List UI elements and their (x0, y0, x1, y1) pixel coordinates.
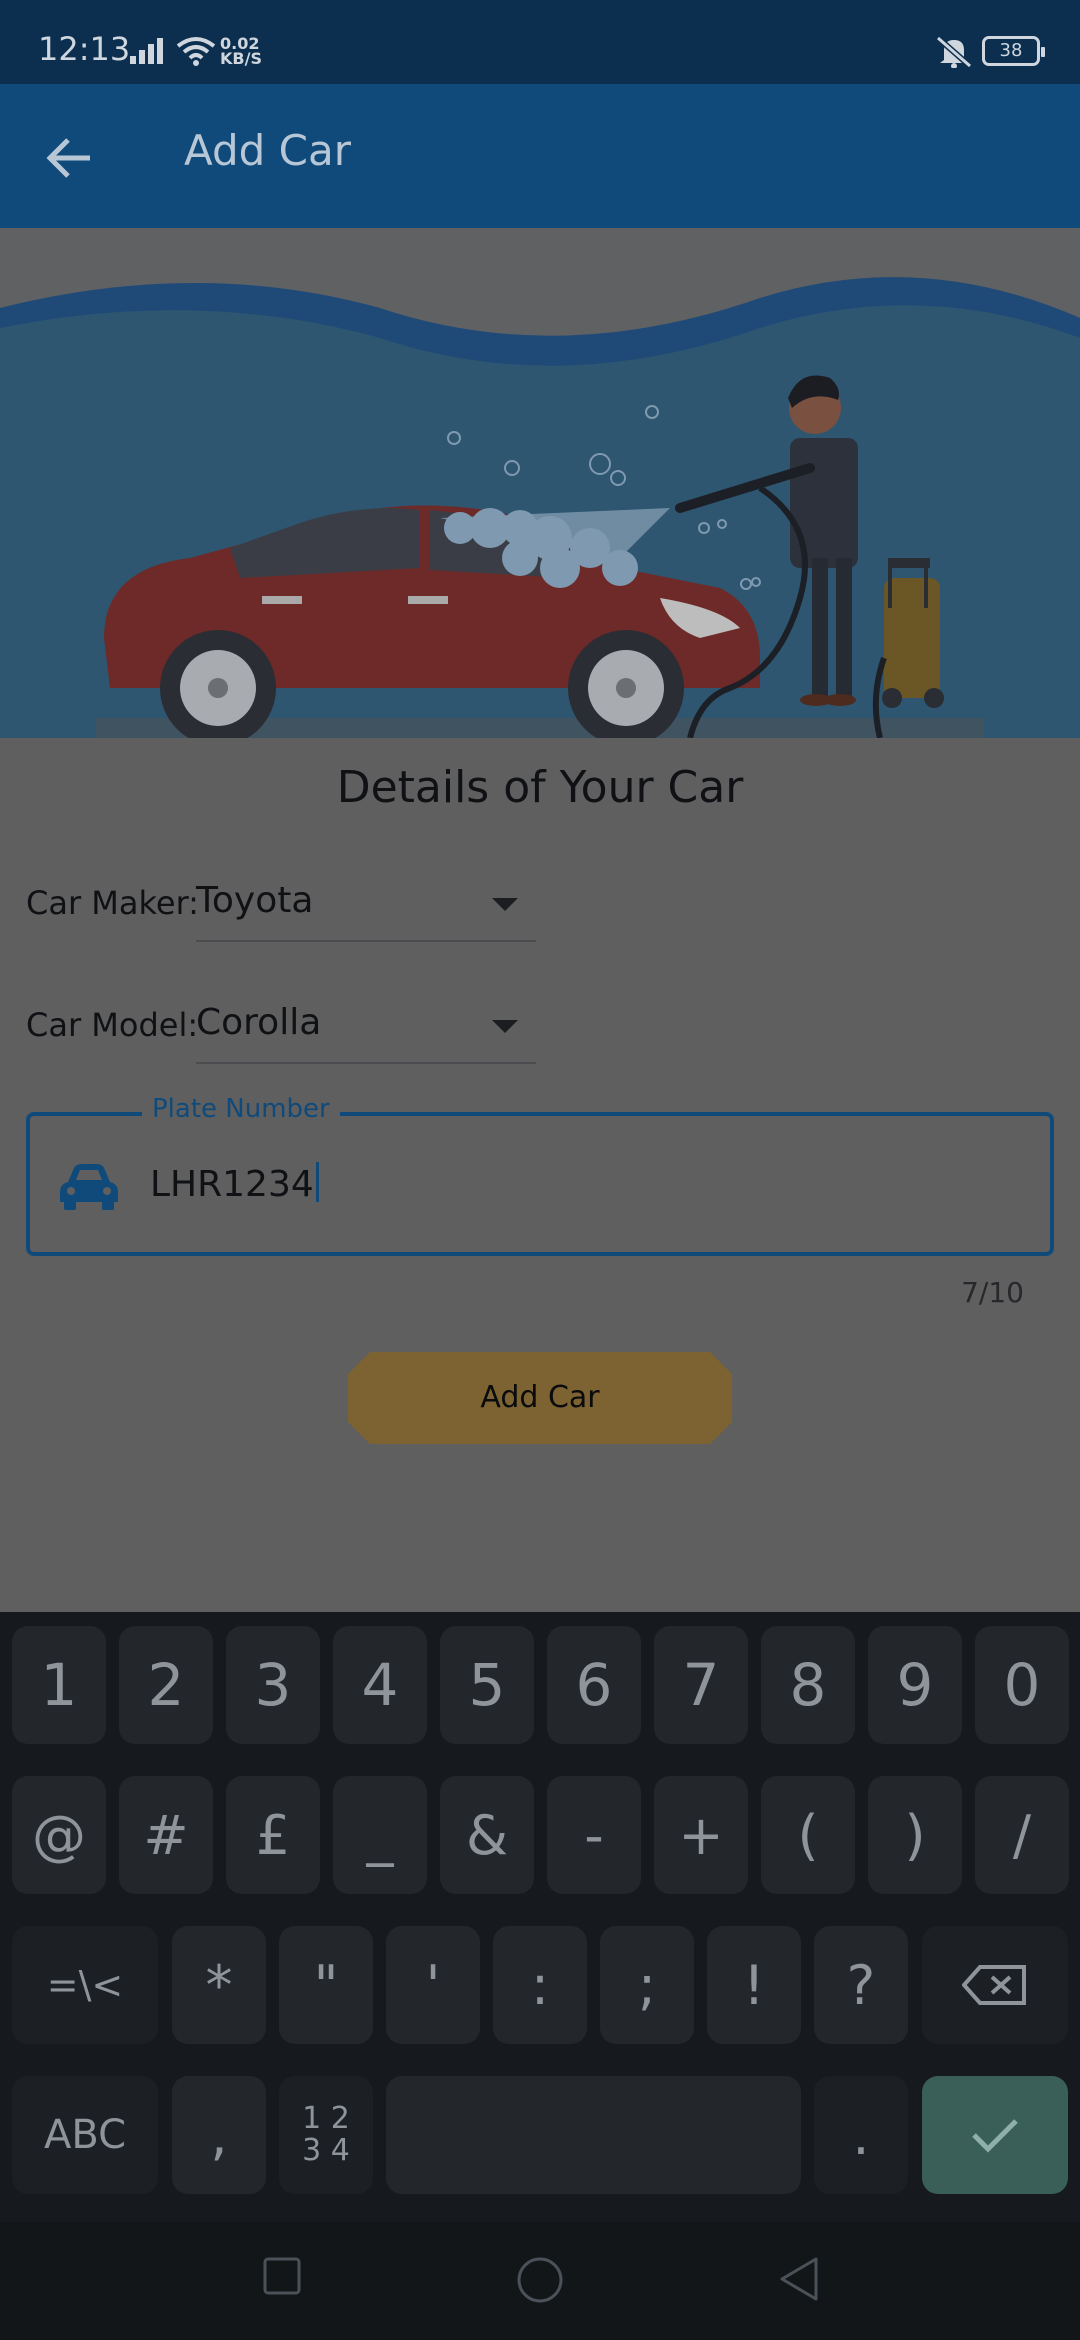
key[interactable]: : (493, 1926, 587, 2044)
page-title: Add Car (184, 126, 351, 175)
plate-number-input[interactable]: LHR1234 (150, 1162, 319, 1205)
hero-illustration (0, 228, 1080, 738)
plate-number-field[interactable]: Plate Number LHR1234 (26, 1094, 1054, 1256)
car-model-value: Corolla (196, 1002, 322, 1043)
key[interactable]: # (119, 1776, 213, 1894)
key[interactable]: 6 (547, 1626, 641, 1744)
signal-icon (130, 38, 163, 64)
status-time: 12:13 (38, 30, 131, 68)
key[interactable]: ' (386, 1926, 480, 2044)
char-counter: 7/10 (961, 1276, 1024, 1309)
key[interactable]: 8 (761, 1626, 855, 1744)
symbol-keyboard: 1 2 3 4 5 6 7 8 9 0 @ # £ _ & - + ( ) / … (0, 1612, 1080, 2222)
key[interactable]: 7 (654, 1626, 748, 1744)
abc-key[interactable]: ABC (12, 2076, 158, 2194)
car-maker-dropdown[interactable]: Toyota (196, 872, 536, 942)
app-bar: Add Car (0, 84, 1080, 228)
car-wash-illustration (0, 277, 1080, 738)
done-key[interactable] (922, 2076, 1068, 2194)
backspace-icon (962, 1965, 1026, 2005)
key[interactable]: ! (707, 1926, 801, 2044)
key[interactable]: _ (333, 1776, 427, 1894)
wifi-icon (176, 37, 216, 66)
recents-icon[interactable] (262, 2256, 302, 2296)
key[interactable]: ? (814, 1926, 908, 2044)
period-key[interactable]: . (814, 2076, 908, 2194)
key[interactable]: + (654, 1776, 748, 1894)
back-arrow-icon[interactable] (38, 126, 102, 190)
key[interactable]: £ (226, 1776, 320, 1894)
battery-icon: 38 (982, 36, 1045, 66)
key[interactable]: 4 (333, 1626, 427, 1744)
key[interactable]: / (975, 1776, 1069, 1894)
numpad-key[interactable]: 1 2 3 4 (279, 2076, 373, 2194)
comma-key[interactable]: , (172, 2076, 266, 2194)
text-cursor (315, 1162, 319, 1202)
form-title: Details of Your Car (336, 762, 744, 813)
car-model-dropdown[interactable]: Corolla (196, 994, 536, 1064)
key-more-symbols[interactable]: =\< (12, 1926, 158, 2044)
key[interactable]: " (279, 1926, 373, 2044)
key[interactable]: ( (761, 1776, 855, 1894)
backspace-key[interactable] (922, 1926, 1068, 2044)
key[interactable]: & (440, 1776, 534, 1894)
navigation-bar (0, 2222, 1080, 2340)
home-icon[interactable] (516, 2256, 564, 2304)
key[interactable]: 3 (226, 1626, 320, 1744)
car-maker-value: Toyota (196, 880, 314, 921)
key[interactable]: 9 (868, 1626, 962, 1744)
car-maker-label: Car Maker: (26, 884, 199, 922)
key[interactable]: 0 (975, 1626, 1069, 1744)
back-icon[interactable] (778, 2256, 820, 2302)
car-model-label: Car Model: (26, 1006, 199, 1044)
mute-icon (936, 36, 972, 68)
add-car-button[interactable]: Add Car (348, 1352, 732, 1444)
key[interactable]: * (172, 1926, 266, 2044)
plate-number-label: Plate Number (142, 1094, 340, 1124)
car-icon (60, 1164, 118, 1210)
check-icon (972, 2119, 1018, 2153)
network-speed: 0.02 KB/S (220, 34, 262, 68)
key[interactable]: 2 (119, 1626, 213, 1744)
key[interactable]: 1 (12, 1626, 106, 1744)
add-car-button-label: Add Car (480, 1380, 600, 1415)
key[interactable]: @ (12, 1776, 106, 1894)
status-bar: 12:13 0.02 KB/S 38 (0, 0, 1080, 84)
key[interactable]: ) (868, 1776, 962, 1894)
dropdown-arrow-icon (492, 1020, 518, 1033)
key[interactable]: - (547, 1776, 641, 1894)
space-key[interactable] (386, 2076, 801, 2194)
key[interactable]: 5 (440, 1626, 534, 1744)
key[interactable]: ; (600, 1926, 694, 2044)
dropdown-arrow-icon (492, 898, 518, 911)
